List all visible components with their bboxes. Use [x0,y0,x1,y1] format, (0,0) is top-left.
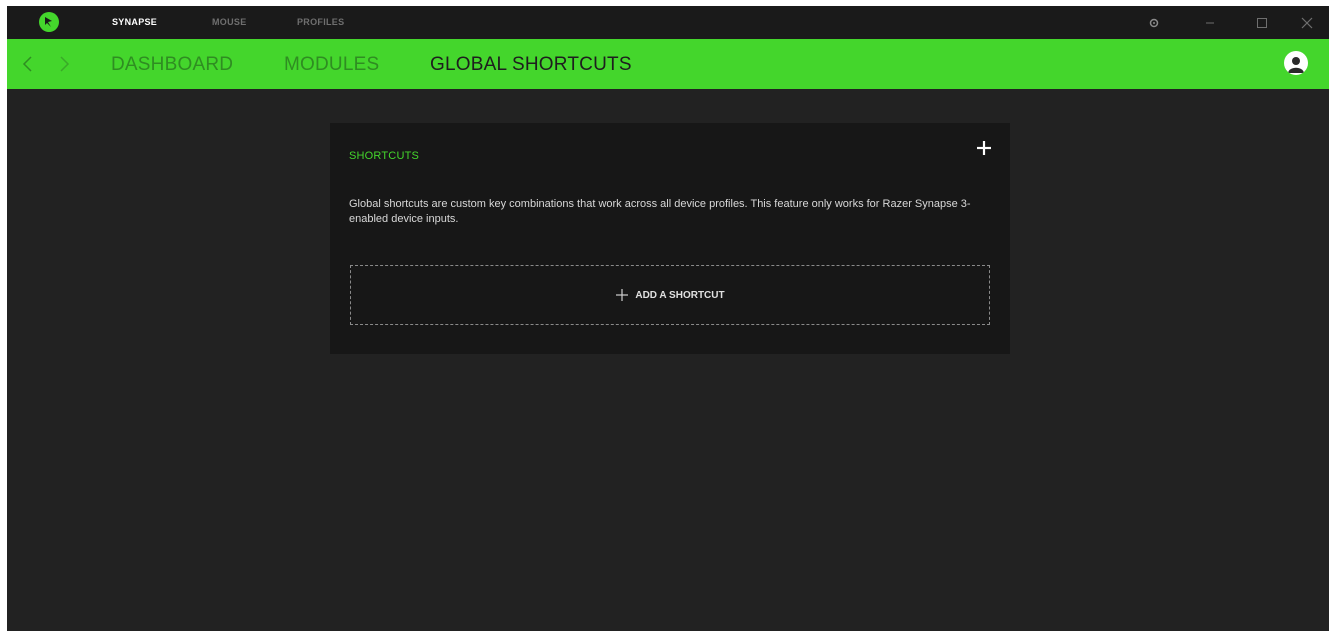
add-shortcut-button[interactable]: ADD A SHORTCUT [350,265,990,325]
tab-profiles[interactable]: PROFILES [297,17,344,27]
title-bar: SYNAPSE MOUSE PROFILES [7,6,1329,39]
minimize-button[interactable] [1190,6,1230,39]
card-description: Global shortcuts are custom key combinat… [349,198,971,225]
add-shortcut-label: ADD A SHORTCUT [635,289,725,301]
maximize-button[interactable] [1242,6,1282,39]
settings-icon [1149,18,1159,27]
close-button[interactable] [1287,6,1327,39]
synapse-window: SYNAPSE MOUSE PROFILES DASHBOARD MODULES… [7,6,1329,631]
user-avatar-icon[interactable] [1284,51,1308,75]
maximize-icon [1257,17,1267,28]
tab-mouse[interactable]: MOUSE [212,17,247,27]
chevron-left-icon[interactable] [21,55,35,73]
minimize-icon [1206,22,1214,23]
module-nav-bar: DASHBOARD MODULES GLOBAL SHORTCUTS [7,39,1329,89]
close-icon [1301,17,1313,28]
tab-synapse[interactable]: SYNAPSE [112,17,157,27]
tab-dashboard[interactable]: DASHBOARD [111,54,233,76]
settings-button[interactable] [1134,6,1174,39]
plus-icon[interactable] [974,138,994,158]
razer-logo-icon [39,12,59,32]
tab-global-shortcuts[interactable]: GLOBAL SHORTCUTS [430,54,632,76]
add-icon [616,289,629,301]
card-title: SHORTCUTS [349,150,420,162]
chevron-right-icon[interactable] [57,55,71,73]
shortcuts-card: SHORTCUTS Global shortcuts are custom ke… [330,123,1010,354]
tab-modules[interactable]: MODULES [284,54,379,76]
